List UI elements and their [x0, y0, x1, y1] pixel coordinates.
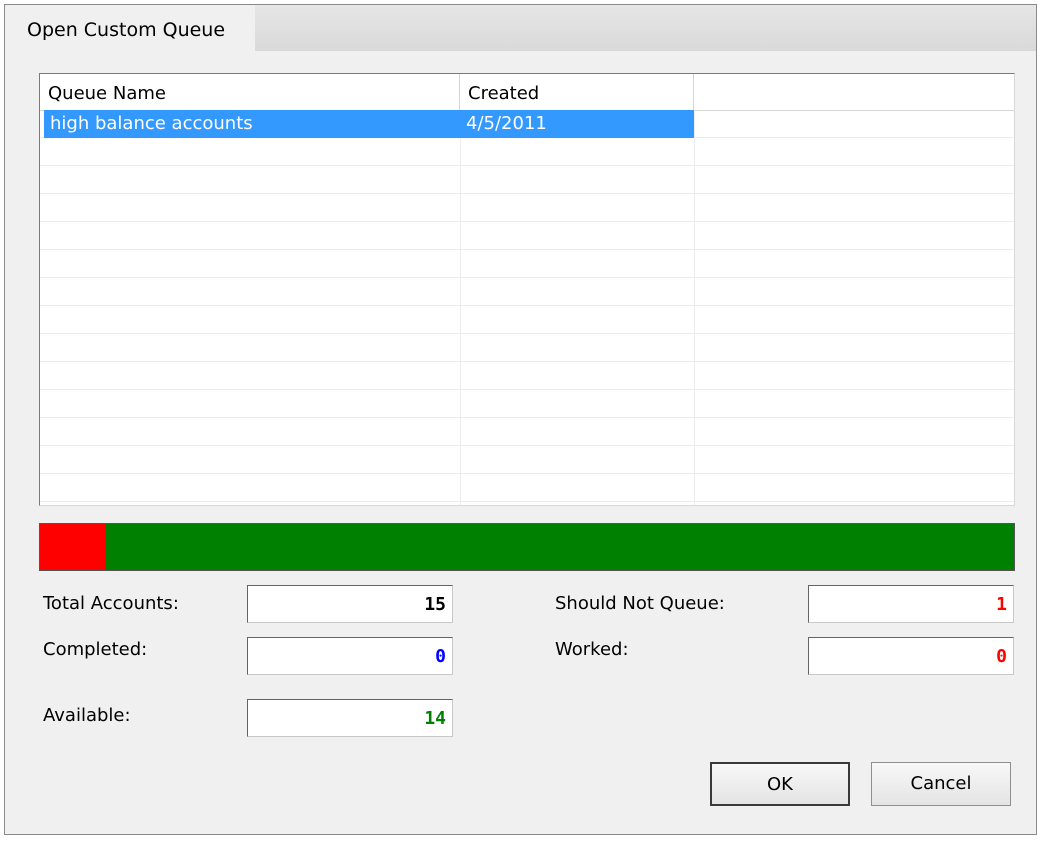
list-row[interactable] — [40, 362, 1014, 390]
queue-progress-bar — [39, 523, 1015, 571]
list-row[interactable] — [40, 390, 1014, 418]
open-custom-queue-dialog: Open Custom Queue Queue Name Created hig… — [4, 4, 1037, 835]
queue-list[interactable]: Queue Name Created high balance accounts… — [39, 73, 1015, 506]
list-row[interactable] — [40, 278, 1014, 306]
list-row[interactable] — [40, 306, 1014, 334]
queue-name-cell: high balance accounts — [44, 110, 460, 138]
list-row[interactable]: high balance accounts 4/5/2011 — [40, 110, 1014, 138]
should-not-queue-label: Should Not Queue: — [555, 593, 725, 614]
list-row[interactable] — [40, 138, 1014, 166]
column-header-empty[interactable] — [694, 74, 1014, 110]
list-row[interactable] — [40, 474, 1014, 502]
worked-label: Worked: — [555, 639, 629, 660]
cancel-button[interactable]: Cancel — [871, 762, 1011, 806]
column-header-created[interactable]: Created — [460, 74, 694, 110]
worked-field: 0 — [808, 637, 1014, 675]
window-title: Open Custom Queue — [27, 19, 226, 41]
list-row[interactable] — [40, 194, 1014, 222]
total-accounts-field: 15 — [247, 585, 453, 623]
created-cell: 4/5/2011 — [460, 110, 694, 138]
title-bar: Open Custom Queue — [5, 5, 1036, 51]
list-row[interactable] — [40, 446, 1014, 474]
available-field: 14 — [247, 699, 453, 737]
completed-label: Completed: — [43, 639, 148, 660]
available-label: Available: — [43, 705, 131, 726]
total-accounts-label: Total Accounts: — [43, 593, 179, 614]
list-row[interactable] — [40, 334, 1014, 362]
completed-field: 0 — [247, 637, 453, 675]
list-row[interactable] — [40, 222, 1014, 250]
column-header-queue-name[interactable]: Queue Name — [40, 74, 460, 110]
should-not-queue-field: 1 — [808, 585, 1014, 623]
list-header: Queue Name Created — [40, 74, 1014, 111]
ok-button[interactable]: OK — [710, 762, 850, 806]
list-row[interactable] — [40, 418, 1014, 446]
list-row[interactable] — [40, 166, 1014, 194]
list-row[interactable] — [40, 250, 1014, 278]
progress-should-not-queue-segment — [40, 524, 106, 570]
